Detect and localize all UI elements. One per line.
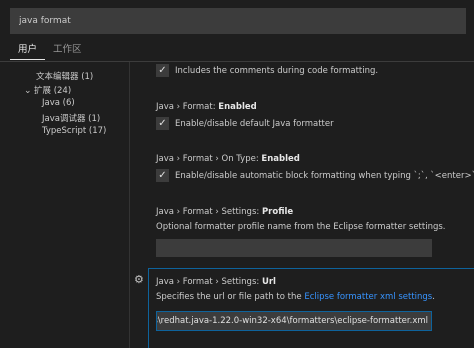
eclipse-settings-link[interactable]: Eclipse formatter xml settings (304, 292, 432, 302)
setting-title-profile: Java › Format › Settings: Profile (156, 207, 293, 217)
setting-title-prefix: Java › Format › Settings: (156, 277, 262, 287)
setting-url-description: Specifies the url or file path to the Ec… (156, 292, 435, 302)
toc-item-label: 扩展 (24) (34, 86, 72, 96)
description-text: Specifies the url or file path to the (156, 292, 305, 302)
chevron-down-icon: ⌄ (24, 86, 32, 96)
profile-input[interactable] (156, 239, 432, 257)
setting-title-prefix: Java › Format › On Type: (156, 154, 262, 164)
url-input-value: :xensions\redhat.java-1.22.0-win32-x64\f… (156, 316, 428, 326)
comments-checkbox[interactable]: ✓ (156, 64, 169, 77)
setting-title-name: Enabled (261, 154, 300, 164)
format-enabled-checkbox[interactable]: ✓ (156, 117, 169, 130)
toc-item-text-editor[interactable]: 文本编辑器 (1) (36, 70, 93, 82)
settings-search-bar[interactable] (10, 8, 466, 34)
tab-workspace[interactable]: 工作区 (45, 38, 90, 60)
setting-description: Optional formatter profile name from the… (156, 222, 446, 232)
toc-item-label: Java (6) (42, 98, 75, 108)
setting-on-type-row: ✓ Enable/disable automatic block formatt… (156, 169, 474, 182)
setting-description: Enable/disable default Java formatter (175, 118, 334, 129)
toc-item-label: TypeScript (17) (42, 126, 107, 136)
toc-item-java-debugger[interactable]: Java调试器 (1) (42, 112, 100, 124)
toc-item-label: 文本编辑器 (1) (36, 72, 94, 82)
setting-title-name: Url (261, 277, 276, 287)
setting-title-prefix: Java › Format: (156, 102, 219, 112)
on-type-checkbox[interactable]: ✓ (156, 169, 169, 182)
gear-icon[interactable]: ⚙ (134, 274, 146, 286)
setting-title-prefix: Java › Format › Settings: (156, 207, 262, 217)
settings-search-input[interactable] (19, 16, 457, 26)
setting-title-name: Profile (261, 207, 294, 217)
settings-list: ✓ Includes the comments during code form… (131, 62, 474, 348)
setting-title-on-type: Java › Format › On Type: Enabled (156, 154, 300, 164)
setting-title-name: Enabled (218, 102, 257, 112)
tab-user[interactable]: 用户 (10, 38, 46, 60)
description-text-end: . (432, 292, 435, 302)
setting-description: Includes the comments during code format… (175, 65, 379, 76)
setting-title-url: Java › Format › Settings: Url (156, 277, 276, 287)
toc-item-typescript[interactable]: TypeScript (17) (42, 126, 106, 136)
setting-comments-row: ✓ Includes the comments during code form… (156, 64, 378, 77)
setting-description: Enable/disable automatic block formattin… (175, 170, 474, 181)
url-input[interactable]: :xensions\redhat.java-1.22.0-win32-x64\f… (156, 311, 432, 331)
settings-toc-sidebar: 文本编辑器 (1) ⌄ 扩展 (24) Java (6) Java调试器 (1) … (0, 62, 130, 348)
toc-item-label: Java调试器 (1) (42, 114, 101, 124)
setting-format-enabled-row: ✓ Enable/disable default Java formatter (156, 117, 334, 130)
toc-item-extensions[interactable]: ⌄ 扩展 (24) (24, 84, 71, 96)
toc-item-java[interactable]: Java (6) (42, 98, 75, 108)
settings-scope-tabs: 用户 工作区 (10, 38, 90, 60)
setting-title-format-enabled: Java › Format: Enabled (156, 102, 257, 112)
